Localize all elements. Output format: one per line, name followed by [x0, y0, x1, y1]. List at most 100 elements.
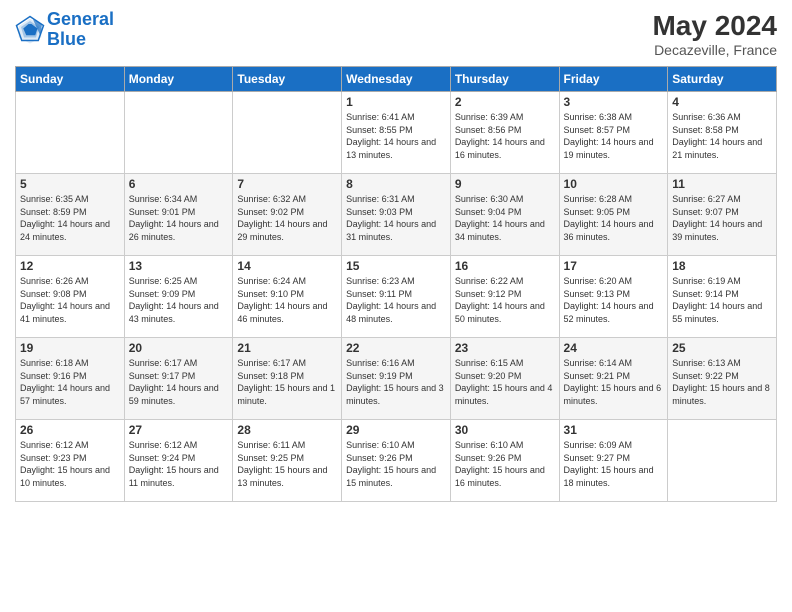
calendar-cell-w4-d0: 26 Sunrise: 6:12 AM Sunset: 9:23 PM Dayl… — [16, 420, 125, 502]
day-number: 4 — [672, 95, 772, 109]
header-tuesday: Tuesday — [233, 67, 342, 92]
day-number: 20 — [129, 341, 229, 355]
sunrise-text: Sunrise: 6:36 AM — [672, 111, 772, 124]
sunrise-text: Sunrise: 6:17 AM — [237, 357, 337, 370]
daylight-text: Daylight: 15 hours and 11 minutes. — [129, 464, 229, 489]
calendar-cell-w0-d5: 3 Sunrise: 6:38 AM Sunset: 8:57 PM Dayli… — [559, 92, 668, 174]
sunrise-text: Sunrise: 6:17 AM — [129, 357, 229, 370]
day-number: 22 — [346, 341, 446, 355]
header-friday: Friday — [559, 67, 668, 92]
day-number: 21 — [237, 341, 337, 355]
day-info: Sunrise: 6:34 AM Sunset: 9:01 PM Dayligh… — [129, 193, 229, 243]
day-number: 1 — [346, 95, 446, 109]
day-info: Sunrise: 6:22 AM Sunset: 9:12 PM Dayligh… — [455, 275, 555, 325]
day-info: Sunrise: 6:24 AM Sunset: 9:10 PM Dayligh… — [237, 275, 337, 325]
sunrise-text: Sunrise: 6:28 AM — [564, 193, 664, 206]
day-info: Sunrise: 6:16 AM Sunset: 9:19 PM Dayligh… — [346, 357, 446, 407]
calendar-cell-w3-d2: 21 Sunrise: 6:17 AM Sunset: 9:18 PM Dayl… — [233, 338, 342, 420]
daylight-text: Daylight: 14 hours and 43 minutes. — [129, 300, 229, 325]
day-info: Sunrise: 6:32 AM Sunset: 9:02 PM Dayligh… — [237, 193, 337, 243]
day-info: Sunrise: 6:28 AM Sunset: 9:05 PM Dayligh… — [564, 193, 664, 243]
week-row-0: 1 Sunrise: 6:41 AM Sunset: 8:55 PM Dayli… — [16, 92, 777, 174]
sunset-text: Sunset: 9:24 PM — [129, 452, 229, 465]
daylight-text: Daylight: 14 hours and 26 minutes. — [129, 218, 229, 243]
daylight-text: Daylight: 14 hours and 46 minutes. — [237, 300, 337, 325]
day-number: 5 — [20, 177, 120, 191]
sunrise-text: Sunrise: 6:19 AM — [672, 275, 772, 288]
day-number: 17 — [564, 259, 664, 273]
calendar-cell-w2-d2: 14 Sunrise: 6:24 AM Sunset: 9:10 PM Dayl… — [233, 256, 342, 338]
header-sunday: Sunday — [16, 67, 125, 92]
sunset-text: Sunset: 9:20 PM — [455, 370, 555, 383]
day-number: 11 — [672, 177, 772, 191]
day-info: Sunrise: 6:41 AM Sunset: 8:55 PM Dayligh… — [346, 111, 446, 161]
page: General Blue May 2024 Decazeville, Franc… — [0, 0, 792, 612]
day-number: 3 — [564, 95, 664, 109]
header-monday: Monday — [124, 67, 233, 92]
daylight-text: Daylight: 14 hours and 50 minutes. — [455, 300, 555, 325]
header-wednesday: Wednesday — [342, 67, 451, 92]
day-info: Sunrise: 6:19 AM Sunset: 9:14 PM Dayligh… — [672, 275, 772, 325]
calendar-cell-w4-d6 — [668, 420, 777, 502]
sunset-text: Sunset: 9:10 PM — [237, 288, 337, 301]
calendar-cell-w0-d6: 4 Sunrise: 6:36 AM Sunset: 8:58 PM Dayli… — [668, 92, 777, 174]
day-info: Sunrise: 6:14 AM Sunset: 9:21 PM Dayligh… — [564, 357, 664, 407]
sunrise-text: Sunrise: 6:34 AM — [129, 193, 229, 206]
day-info: Sunrise: 6:13 AM Sunset: 9:22 PM Dayligh… — [672, 357, 772, 407]
calendar-cell-w2-d5: 17 Sunrise: 6:20 AM Sunset: 9:13 PM Dayl… — [559, 256, 668, 338]
day-number: 8 — [346, 177, 446, 191]
day-info: Sunrise: 6:18 AM Sunset: 9:16 PM Dayligh… — [20, 357, 120, 407]
calendar-cell-w1-d2: 7 Sunrise: 6:32 AM Sunset: 9:02 PM Dayli… — [233, 174, 342, 256]
logo-icon — [15, 15, 45, 45]
sunset-text: Sunset: 9:01 PM — [129, 206, 229, 219]
sunset-text: Sunset: 9:03 PM — [346, 206, 446, 219]
sunset-text: Sunset: 9:26 PM — [346, 452, 446, 465]
calendar-cell-w4-d4: 30 Sunrise: 6:10 AM Sunset: 9:26 PM Dayl… — [450, 420, 559, 502]
calendar-cell-w3-d0: 19 Sunrise: 6:18 AM Sunset: 9:16 PM Dayl… — [16, 338, 125, 420]
daylight-text: Daylight: 15 hours and 16 minutes. — [455, 464, 555, 489]
daylight-text: Daylight: 14 hours and 55 minutes. — [672, 300, 772, 325]
day-info: Sunrise: 6:36 AM Sunset: 8:58 PM Dayligh… — [672, 111, 772, 161]
sunrise-text: Sunrise: 6:41 AM — [346, 111, 446, 124]
daylight-text: Daylight: 15 hours and 1 minute. — [237, 382, 337, 407]
calendar-cell-w4-d3: 29 Sunrise: 6:10 AM Sunset: 9:26 PM Dayl… — [342, 420, 451, 502]
sunrise-text: Sunrise: 6:25 AM — [129, 275, 229, 288]
sunrise-text: Sunrise: 6:15 AM — [455, 357, 555, 370]
daylight-text: Daylight: 15 hours and 13 minutes. — [237, 464, 337, 489]
calendar-cell-w4-d1: 27 Sunrise: 6:12 AM Sunset: 9:24 PM Dayl… — [124, 420, 233, 502]
daylight-text: Daylight: 15 hours and 4 minutes. — [455, 382, 555, 407]
sunrise-text: Sunrise: 6:35 AM — [20, 193, 120, 206]
daylight-text: Daylight: 14 hours and 24 minutes. — [20, 218, 120, 243]
calendar-cell-w0-d3: 1 Sunrise: 6:41 AM Sunset: 8:55 PM Dayli… — [342, 92, 451, 174]
daylight-text: Daylight: 14 hours and 52 minutes. — [564, 300, 664, 325]
sunset-text: Sunset: 9:04 PM — [455, 206, 555, 219]
week-row-2: 12 Sunrise: 6:26 AM Sunset: 9:08 PM Dayl… — [16, 256, 777, 338]
sunset-text: Sunset: 9:25 PM — [237, 452, 337, 465]
daylight-text: Daylight: 14 hours and 57 minutes. — [20, 382, 120, 407]
day-number: 12 — [20, 259, 120, 273]
daylight-text: Daylight: 14 hours and 16 minutes. — [455, 136, 555, 161]
day-info: Sunrise: 6:17 AM Sunset: 9:18 PM Dayligh… — [237, 357, 337, 407]
sunset-text: Sunset: 9:22 PM — [672, 370, 772, 383]
calendar-cell-w0-d4: 2 Sunrise: 6:39 AM Sunset: 8:56 PM Dayli… — [450, 92, 559, 174]
sunset-text: Sunset: 9:05 PM — [564, 206, 664, 219]
day-number: 14 — [237, 259, 337, 273]
calendar-cell-w3-d4: 23 Sunrise: 6:15 AM Sunset: 9:20 PM Dayl… — [450, 338, 559, 420]
day-info: Sunrise: 6:17 AM Sunset: 9:17 PM Dayligh… — [129, 357, 229, 407]
calendar-cell-w1-d6: 11 Sunrise: 6:27 AM Sunset: 9:07 PM Dayl… — [668, 174, 777, 256]
day-number: 26 — [20, 423, 120, 437]
sunset-text: Sunset: 8:57 PM — [564, 124, 664, 137]
calendar-cell-w3-d6: 25 Sunrise: 6:13 AM Sunset: 9:22 PM Dayl… — [668, 338, 777, 420]
sunset-text: Sunset: 9:12 PM — [455, 288, 555, 301]
sunrise-text: Sunrise: 6:20 AM — [564, 275, 664, 288]
day-number: 15 — [346, 259, 446, 273]
week-row-4: 26 Sunrise: 6:12 AM Sunset: 9:23 PM Dayl… — [16, 420, 777, 502]
sunrise-text: Sunrise: 6:39 AM — [455, 111, 555, 124]
calendar-cell-w4-d2: 28 Sunrise: 6:11 AM Sunset: 9:25 PM Dayl… — [233, 420, 342, 502]
sunset-text: Sunset: 9:11 PM — [346, 288, 446, 301]
sunset-text: Sunset: 9:23 PM — [20, 452, 120, 465]
daylight-text: Daylight: 15 hours and 6 minutes. — [564, 382, 664, 407]
day-info: Sunrise: 6:35 AM Sunset: 8:59 PM Dayligh… — [20, 193, 120, 243]
calendar-cell-w1-d4: 9 Sunrise: 6:30 AM Sunset: 9:04 PM Dayli… — [450, 174, 559, 256]
sunset-text: Sunset: 9:14 PM — [672, 288, 772, 301]
